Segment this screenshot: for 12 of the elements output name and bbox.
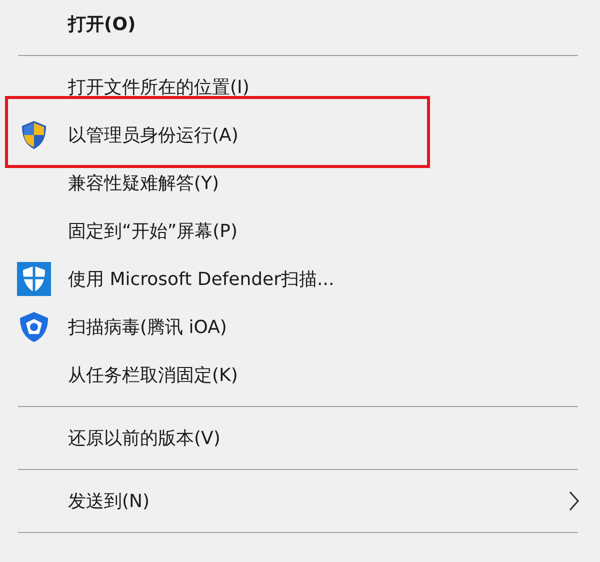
menu-item[interactable]: 打开(O) bbox=[68, 12, 136, 36]
menu-item[interactable]: 固定到“开始”屏幕(P) bbox=[68, 219, 238, 243]
menu-item[interactable]: 使用 Microsoft Defender扫描... bbox=[68, 267, 334, 291]
shield-icon bbox=[17, 310, 51, 344]
menu-item[interactable]: 兼容性疑难解答(Y) bbox=[68, 171, 220, 195]
menu-item[interactable]: 扫描病毒(腾讯 iOA) bbox=[68, 315, 227, 339]
menu-item[interactable]: 以管理员身份运行(A) bbox=[68, 123, 238, 147]
menu-item[interactable]: 打开文件所在的位置(I) bbox=[68, 75, 250, 99]
menu-item[interactable]: 发送到(N) bbox=[68, 489, 150, 513]
menu-item[interactable]: 从任务栏取消固定(K) bbox=[68, 363, 238, 387]
menu-item[interactable]: 还原以前的版本(V) bbox=[68, 426, 220, 450]
shield-icon bbox=[17, 262, 51, 296]
